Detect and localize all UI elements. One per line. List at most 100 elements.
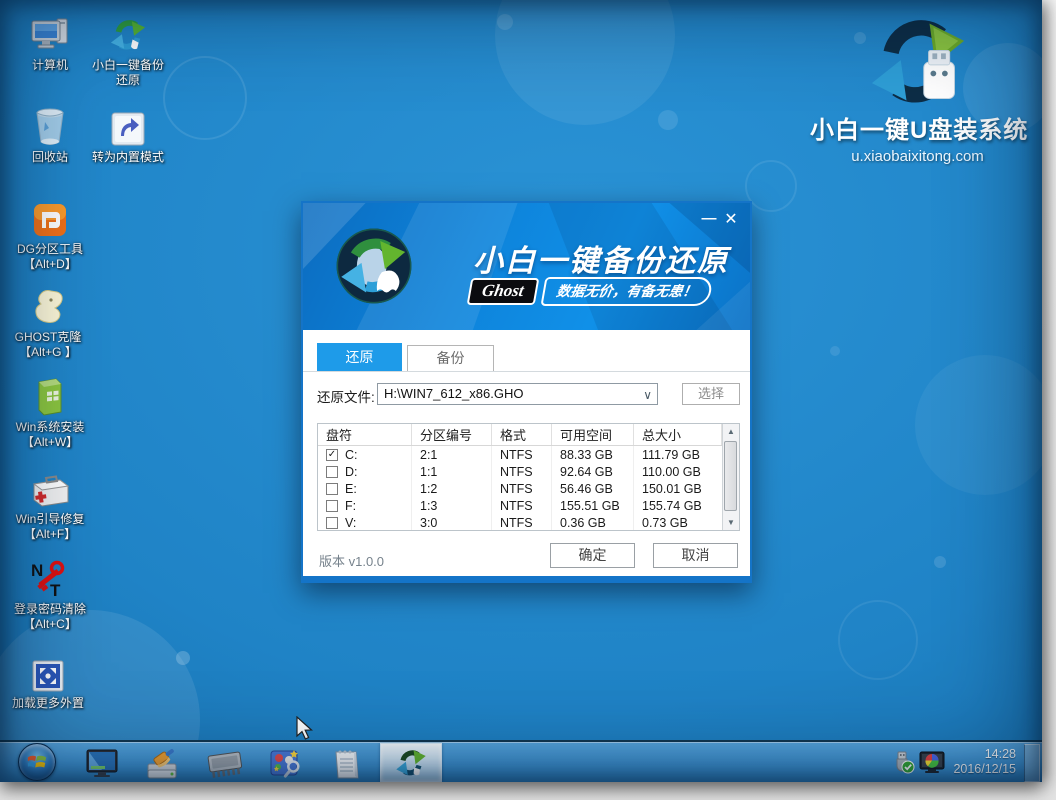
restore-file-value: H:\WIN7_612_x86.GHO <box>384 386 523 401</box>
table-row[interactable]: ✓C: 2:1 NTFS 88.33 GB 111.79 GB <box>318 446 722 463</box>
dialog-body: 还原 备份 还原文件: H:\WIN7_612_x86.GHO ∨ 选择 盘符 … <box>303 330 750 576</box>
brand-url: u.xiaobaixitong.com <box>810 148 1025 165</box>
cell-free: 155.51 GB <box>552 497 634 514</box>
desktop-icon-win-install[interactable]: Win系统安装【Alt+W】 <box>8 376 92 450</box>
checkbox-unchecked[interactable] <box>326 466 338 478</box>
desktop-icon-password-clear[interactable]: N T 登录密码清除【Alt+C】 <box>6 558 94 632</box>
col-format: 格式 <box>492 424 552 445</box>
desktop-icon-backup-restore[interactable]: 小白一键备份还原 <box>86 14 170 88</box>
scroll-down-icon[interactable]: ▼ <box>723 515 739 530</box>
tab-bar: 还原 备份 <box>303 342 750 372</box>
bubble-decor <box>745 160 797 212</box>
desktop-icon-win-boot-fix[interactable]: Win引导修复【Alt+F】 <box>8 468 92 542</box>
table-row[interactable]: F: 1:3 NTFS 155.51 GB 155.74 GB <box>318 497 722 514</box>
bubble-decor <box>934 556 946 568</box>
restore-file-combobox[interactable]: H:\WIN7_612_x86.GHO ∨ <box>377 383 658 405</box>
taskbar-disk-cleanup-button[interactable] <box>146 748 178 780</box>
display-color-icon[interactable] <box>919 750 945 774</box>
tab-restore[interactable]: 还原 <box>317 343 402 372</box>
checkbox-unchecked[interactable] <box>326 517 338 529</box>
ghost-clone-icon <box>6 286 90 326</box>
usb-safely-remove-icon[interactable] <box>889 750 915 774</box>
table-row[interactable]: V: 3:0 NTFS 0.36 GB 0.73 GB <box>318 514 722 530</box>
cell-total: 155.74 GB <box>634 497 722 514</box>
show-desktop-button[interactable] <box>1024 744 1040 782</box>
cell-partition: 1:1 <box>412 463 492 480</box>
builtin-mode-icon <box>84 106 172 146</box>
taskbar-memory-tool-button[interactable] <box>205 748 245 780</box>
taskbar-capture-tool-button[interactable] <box>268 748 300 780</box>
table-row[interactable]: E: 1:2 NTFS 56.46 GB 150.01 GB <box>318 480 722 497</box>
taskbar-notepad-button[interactable] <box>331 748 363 780</box>
icon-label: 【Alt+C】 <box>6 617 94 632</box>
brand-title: 小白一键U盘装系统 <box>810 110 1025 145</box>
cancel-button[interactable]: 取消 <box>653 543 738 568</box>
icon-label: Win系统安装 <box>8 420 92 435</box>
memory-chip-icon <box>205 748 245 778</box>
table-scrollbar[interactable]: ▲ ▼ <box>722 424 739 530</box>
close-button[interactable]: ✕ <box>720 209 742 231</box>
bubble-decor <box>915 355 1042 495</box>
checkbox-checked[interactable]: ✓ <box>326 449 338 461</box>
cell-format: NTFS <box>492 514 552 530</box>
computer-icon <box>8 14 92 54</box>
win-install-icon <box>8 376 92 416</box>
cell-partition: 3:0 <box>412 514 492 530</box>
cell-format: NTFS <box>492 463 552 480</box>
recycle-bin-icon <box>8 106 92 146</box>
select-file-button[interactable]: 选择 <box>682 383 740 405</box>
icon-label: 【Alt+G 】 <box>6 345 90 360</box>
desktop-icon-recycle-bin[interactable]: 回收站 <box>8 106 92 165</box>
icon-label: 计算机 <box>8 58 92 73</box>
desktop-icon-builtin-mode[interactable]: 转为内置模式 <box>84 106 172 165</box>
app-logo-icon <box>335 227 413 305</box>
system-tray: 14:28 2016/12/15 <box>889 742 1016 782</box>
icon-label: 【Alt+F】 <box>8 527 92 542</box>
tab-backup[interactable]: 备份 <box>407 345 494 372</box>
capture-tool-icon <box>268 748 302 780</box>
col-total: 总大小 <box>634 424 722 445</box>
tray-date: 2016/12/15 <box>953 762 1016 777</box>
dialog-title: 小白一键备份还原 <box>473 236 729 280</box>
desktop-icon-dg-partition[interactable]: DG分区工具【Alt+D】 <box>8 198 92 272</box>
xiaobai-app-icon <box>394 747 428 779</box>
usb-system-logo-icon <box>810 14 1025 110</box>
scrollbar-thumb[interactable] <box>724 441 737 511</box>
desktop-icon-computer[interactable]: 计算机 <box>8 14 92 73</box>
bubble-decor <box>830 346 840 356</box>
icon-label: 回收站 <box>8 150 92 165</box>
brand-area: 小白一键U盘装系统 u.xiaobaixitong.com <box>810 14 1025 165</box>
cell-total: 110.00 GB <box>634 463 722 480</box>
taskbar-xiaobai-app-button-active[interactable] <box>380 743 442 782</box>
desktop-icon-load-more[interactable]: 加载更多外置 <box>6 652 90 711</box>
cell-free: 92.64 GB <box>552 463 634 480</box>
col-drive: 盘符 <box>318 424 412 445</box>
bubble-decor <box>838 600 918 680</box>
checkbox-unchecked[interactable] <box>326 500 338 512</box>
partition-table: 盘符 分区编号 格式 可用空间 总大小 ✓C: 2:1 NTFS 88.33 G… <box>317 423 740 531</box>
bubble-decor <box>495 0 675 125</box>
mouse-cursor <box>296 716 316 742</box>
dg-partition-icon <box>8 198 92 238</box>
svg-text:N: N <box>31 561 43 580</box>
checkbox-unchecked[interactable] <box>326 483 338 495</box>
minimize-button[interactable]: — <box>698 209 720 229</box>
tab-divider <box>303 371 750 372</box>
icon-label: DG分区工具 <box>8 242 92 257</box>
cell-partition: 2:1 <box>412 446 492 463</box>
col-free: 可用空间 <box>552 424 634 445</box>
chevron-down-icon[interactable]: ∨ <box>643 385 652 405</box>
table-row[interactable]: D: 1:1 NTFS 92.64 GB 110.00 GB <box>318 463 722 480</box>
icon-label: 加载更多外置 <box>6 696 90 711</box>
icon-label: 登录密码清除 <box>6 602 94 617</box>
start-button[interactable] <box>18 743 56 781</box>
bubble-decor <box>163 56 247 140</box>
ok-button[interactable]: 确定 <box>550 543 635 568</box>
disk-cleanup-icon <box>146 748 180 780</box>
icon-label: Win引导修复 <box>8 512 92 527</box>
ghost-badge: Ghost <box>467 278 539 305</box>
scroll-up-icon[interactable]: ▲ <box>723 424 739 439</box>
taskbar-display-properties-button[interactable] <box>86 748 118 780</box>
desktop-icon-ghost-clone[interactable]: GHOST克隆【Alt+G 】 <box>6 286 90 360</box>
tray-clock[interactable]: 14:28 2016/12/15 <box>953 747 1016 777</box>
